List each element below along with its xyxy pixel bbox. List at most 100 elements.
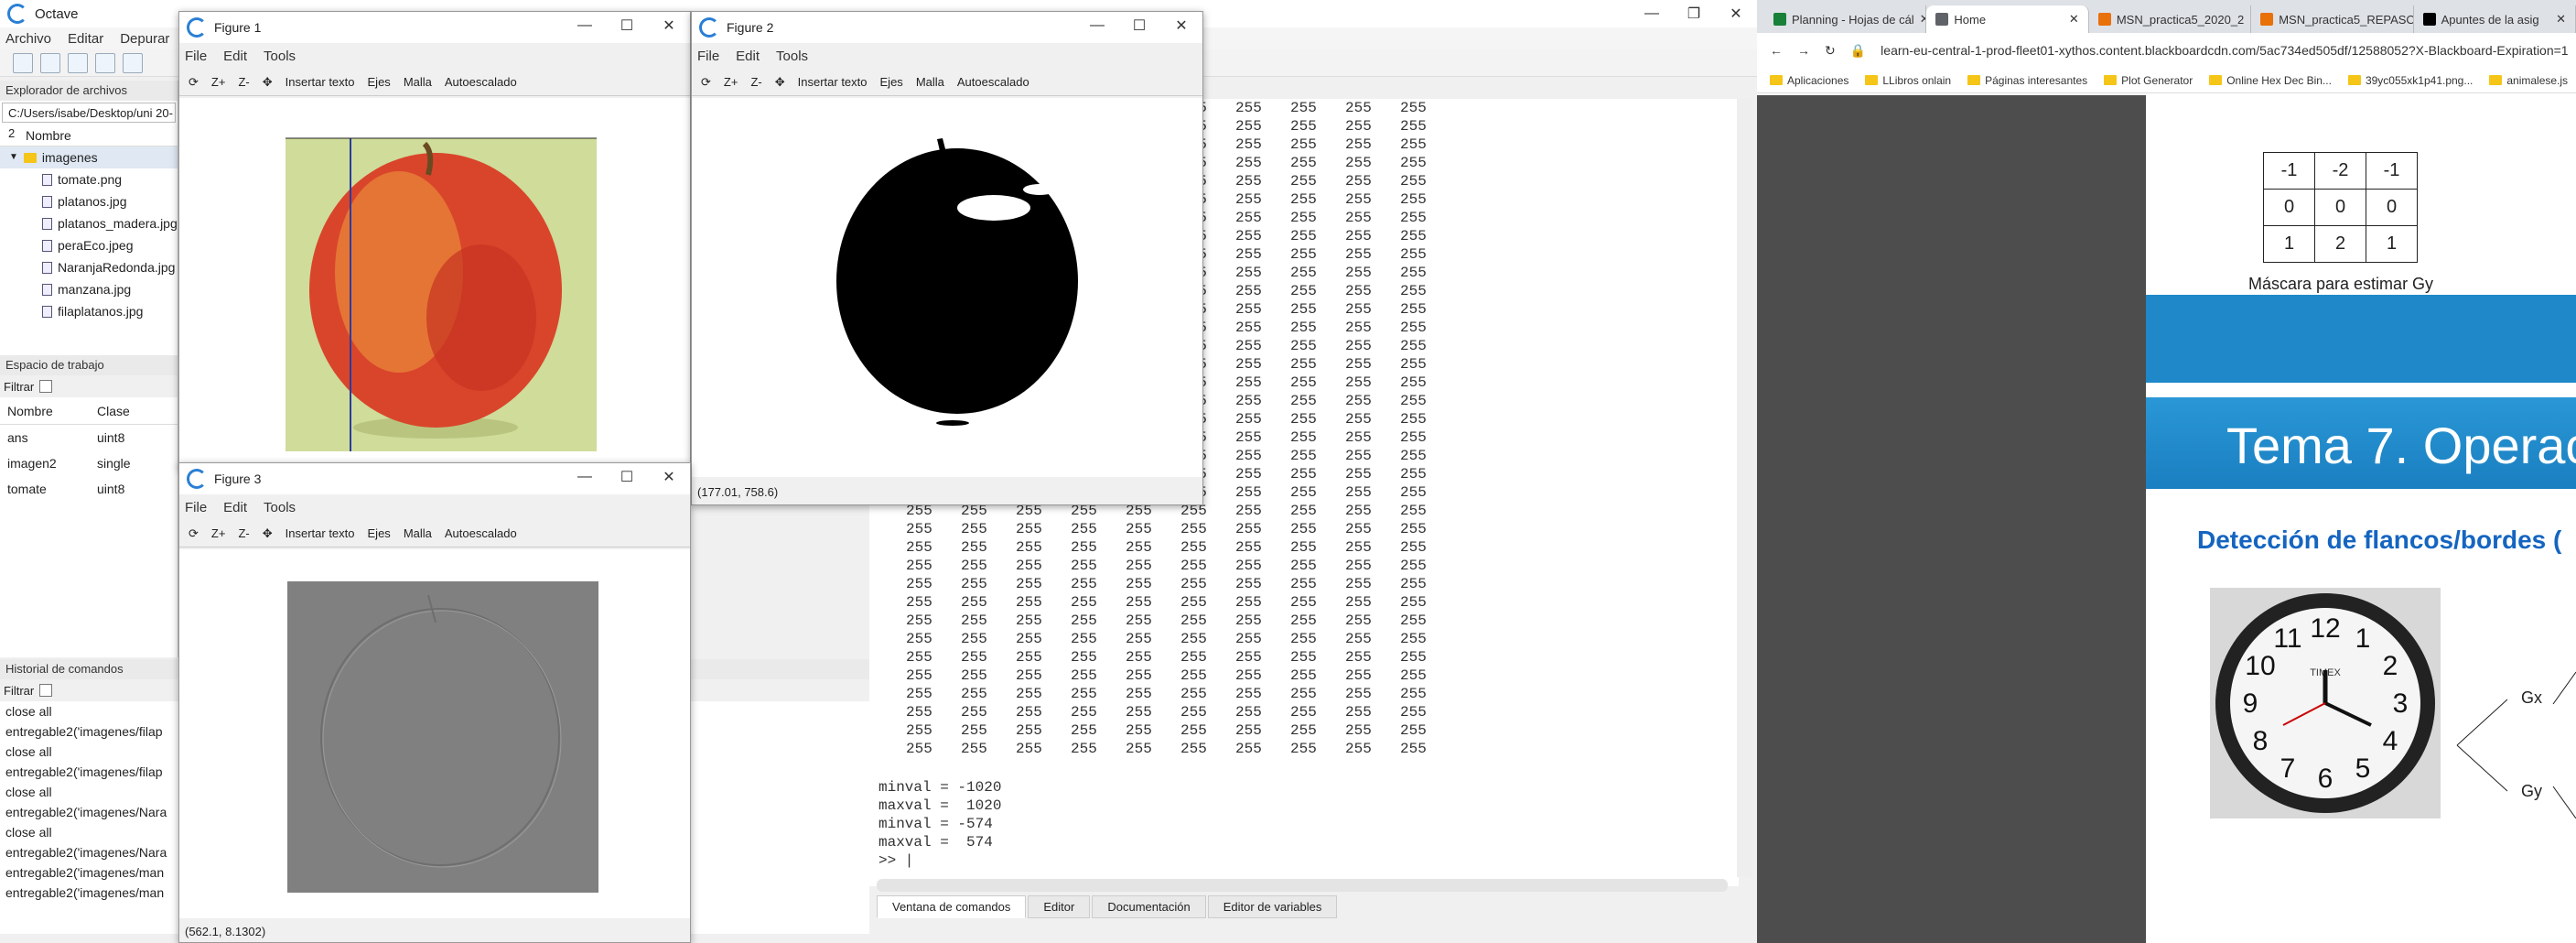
insert-text-button[interactable]: Insertar texto: [798, 75, 868, 89]
file-item[interactable]: filaplatanos.jpg: [42, 300, 178, 322]
bookmark-item[interactable]: LLibros onlain: [1865, 74, 1951, 87]
minimize-button[interactable]: —: [1076, 12, 1118, 39]
fig2-menu-edit[interactable]: Edit: [736, 49, 760, 64]
menu-depurar[interactable]: Depurar: [120, 31, 169, 47]
undo-icon[interactable]: [123, 52, 143, 73]
rotate-icon[interactable]: ⟳: [701, 75, 711, 90]
new-file-icon[interactable]: [13, 52, 33, 73]
zoom-out-button[interactable]: Z-: [238, 75, 249, 89]
fig3-menu-edit[interactable]: Edit: [223, 500, 247, 515]
grid-button[interactable]: Malla: [404, 75, 432, 89]
browser-tab[interactable]: Planning - Hojas de cál ✕: [1764, 5, 1927, 33]
fig1-menu-file[interactable]: File: [185, 49, 207, 64]
close-button[interactable]: ✕: [1715, 0, 1757, 27]
paste-icon[interactable]: [95, 52, 115, 73]
url-field[interactable]: learn-eu-central-1-prod-fleet01-xythos.c…: [1881, 43, 2568, 58]
bookmark-item[interactable]: 39yc055xk1p41.png...: [2347, 74, 2473, 87]
tab-close-icon[interactable]: ✕: [1920, 12, 1926, 27]
zoom-out-button[interactable]: Z-: [750, 75, 761, 89]
fig2-menu-tools[interactable]: Tools: [776, 49, 808, 64]
history-item[interactable]: close all: [0, 782, 174, 802]
forward-icon[interactable]: →: [1797, 43, 1810, 58]
workspace-row[interactable]: ans uint8: [0, 425, 178, 450]
fig3-menu-tools[interactable]: Tools: [264, 500, 296, 515]
chevron-down-icon[interactable]: ▼: [9, 146, 18, 168]
minimize-button[interactable]: —: [564, 463, 606, 491]
history-item[interactable]: entregable2('imagenes/man: [0, 862, 174, 883]
tab-editor[interactable]: Editor: [1028, 895, 1091, 918]
figure-2-canvas[interactable]: [692, 98, 1202, 477]
autoscale-button[interactable]: Autoescalado: [957, 75, 1029, 89]
grid-button[interactable]: Malla: [404, 526, 432, 540]
close-button[interactable]: ✕: [1160, 12, 1202, 39]
reload-icon[interactable]: ↻: [1825, 43, 1836, 59]
back-icon[interactable]: ←: [1770, 43, 1783, 58]
maximize-button[interactable]: ☐: [606, 463, 648, 491]
ws-col-name[interactable]: Nombre: [0, 397, 92, 424]
close-button[interactable]: ✕: [648, 463, 690, 491]
minimize-button[interactable]: —: [1631, 0, 1673, 27]
console-hscrollbar[interactable]: [877, 879, 1728, 892]
browser-tab[interactable]: MSN_practica5_REPASO✕: [2251, 5, 2414, 33]
browser-tab[interactable]: MSN_practica5_2020_2✕: [2088, 5, 2252, 33]
file-item[interactable]: platanos.jpg: [42, 190, 178, 212]
file-item[interactable]: tomate.png: [42, 168, 178, 190]
zoom-in-button[interactable]: Z+: [211, 526, 226, 540]
history-item[interactable]: entregable2('imagenes/filap: [0, 762, 174, 782]
menu-archivo[interactable]: Archivo: [5, 31, 51, 47]
fig1-menu-edit[interactable]: Edit: [223, 49, 247, 64]
col-nombre[interactable]: Nombre: [0, 125, 178, 146]
history-item[interactable]: close all: [0, 822, 174, 842]
tab-ventana-comandos[interactable]: Ventana de comandos: [877, 895, 1027, 918]
figure-3-canvas[interactable]: [179, 549, 690, 918]
fig1-menu-tools[interactable]: Tools: [264, 49, 296, 64]
close-button[interactable]: ✕: [648, 12, 690, 39]
browser-tab[interactable]: Apuntes de la asig ✕: [2413, 5, 2576, 33]
rotate-icon[interactable]: ⟳: [189, 75, 199, 90]
zoom-in-button[interactable]: Z+: [211, 75, 226, 89]
console-vscrollbar[interactable]: [1737, 99, 1751, 877]
bookmark-item[interactable]: Online Hex Dec Bin...: [2209, 74, 2332, 87]
pan-icon[interactable]: ✥: [775, 75, 785, 90]
tab-editor-variables[interactable]: Editor de variables: [1207, 895, 1338, 918]
maximize-button[interactable]: ❐: [1673, 0, 1715, 27]
figure-1-canvas[interactable]: [179, 98, 690, 468]
bookmark-item[interactable]: Aplicaciones: [1770, 74, 1848, 87]
copy-icon[interactable]: [68, 52, 88, 73]
file-item[interactable]: NaranjaRedonda.jpg: [42, 256, 178, 278]
minimize-button[interactable]: —: [564, 12, 606, 39]
history-item[interactable]: entregable2('imagenes/man: [0, 883, 174, 903]
bookmark-item[interactable]: animalese.js: [2489, 74, 2568, 87]
ws-col-class[interactable]: Clase: [92, 397, 130, 424]
bookmark-item[interactable]: Plot Generator: [2104, 74, 2193, 87]
axes-button[interactable]: Ejes: [880, 75, 903, 89]
pan-icon[interactable]: ✥: [263, 75, 273, 90]
axes-button[interactable]: Ejes: [368, 75, 391, 89]
insert-text-button[interactable]: Insertar texto: [286, 526, 355, 540]
autoscale-button[interactable]: Autoescalado: [445, 526, 517, 540]
tab-close-icon[interactable]: ✕: [2069, 12, 2079, 27]
zoom-in-button[interactable]: Z+: [724, 75, 738, 89]
workspace-row[interactable]: tomate uint8: [0, 476, 178, 502]
bookmark-item[interactable]: Páginas interesantes: [1967, 74, 2087, 87]
workspace-row[interactable]: imagen2 single: [0, 450, 178, 476]
file-item[interactable]: manzana.jpg: [42, 278, 178, 300]
tab-documentacion[interactable]: Documentación: [1092, 895, 1206, 918]
insert-text-button[interactable]: Insertar texto: [286, 75, 355, 89]
file-item[interactable]: peraEco.jpeg: [42, 234, 178, 256]
browser-tab[interactable]: Home ✕: [1926, 5, 2089, 33]
tab-close-icon[interactable]: ✕: [2556, 12, 2566, 27]
rotate-icon[interactable]: ⟳: [189, 526, 199, 541]
fig3-menu-file[interactable]: File: [185, 500, 207, 515]
history-item[interactable]: entregable2('imagenes/Nara: [0, 842, 174, 862]
history-item[interactable]: entregable2('imagenes/filap: [0, 721, 174, 742]
open-folder-icon[interactable]: [40, 52, 60, 73]
zoom-out-button[interactable]: Z-: [238, 526, 249, 540]
history-item[interactable]: entregable2('imagenes/Nara: [0, 802, 174, 822]
path-input[interactable]: C:/Users/isabe/Desktop/uni 20-2: [2, 103, 176, 140]
axes-button[interactable]: Ejes: [368, 526, 391, 540]
workspace-filter-checkbox[interactable]: [39, 380, 53, 393]
maximize-button[interactable]: ☐: [606, 12, 648, 39]
file-item[interactable]: platanos_madera.jpg: [42, 212, 178, 234]
folder-imagenes[interactable]: ▼ imagenes: [0, 146, 178, 168]
